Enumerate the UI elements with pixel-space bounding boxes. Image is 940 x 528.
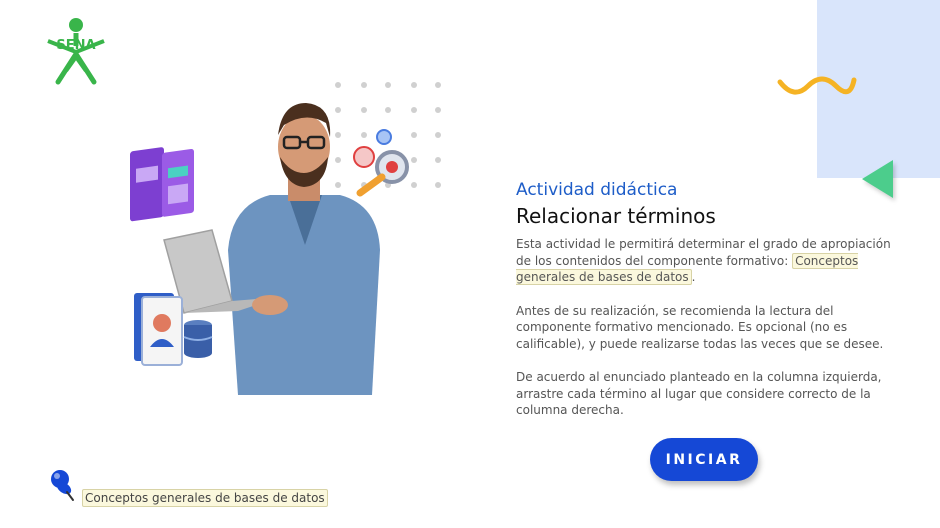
component-name-label: Conceptos generales de bases de datos [82,489,328,507]
activity-title: Relacionar términos [516,204,716,228]
hero-illustration [130,82,441,395]
dashboard-icon [130,147,194,222]
intro-paragraph: Esta actividad le permitirá determinar e… [516,236,896,286]
activity-description: Actividad didáctica Relacionar términos … [516,180,896,436]
instructions-paragraph: De acuerdo al enunciado planteado en la … [516,370,882,417]
sena-logo: SENA [47,18,105,85]
logo-text: SENA [56,38,95,53]
recommendation-paragraph: Antes de su realización, se recomienda l… [516,303,884,351]
intro-period: . [691,270,696,284]
start-button[interactable]: INICIAR [650,438,758,481]
activity-label: Actividad didáctica [516,180,678,200]
wave-decoration [777,76,857,95]
pushpin-icon [51,470,74,501]
person-figure [228,103,380,395]
